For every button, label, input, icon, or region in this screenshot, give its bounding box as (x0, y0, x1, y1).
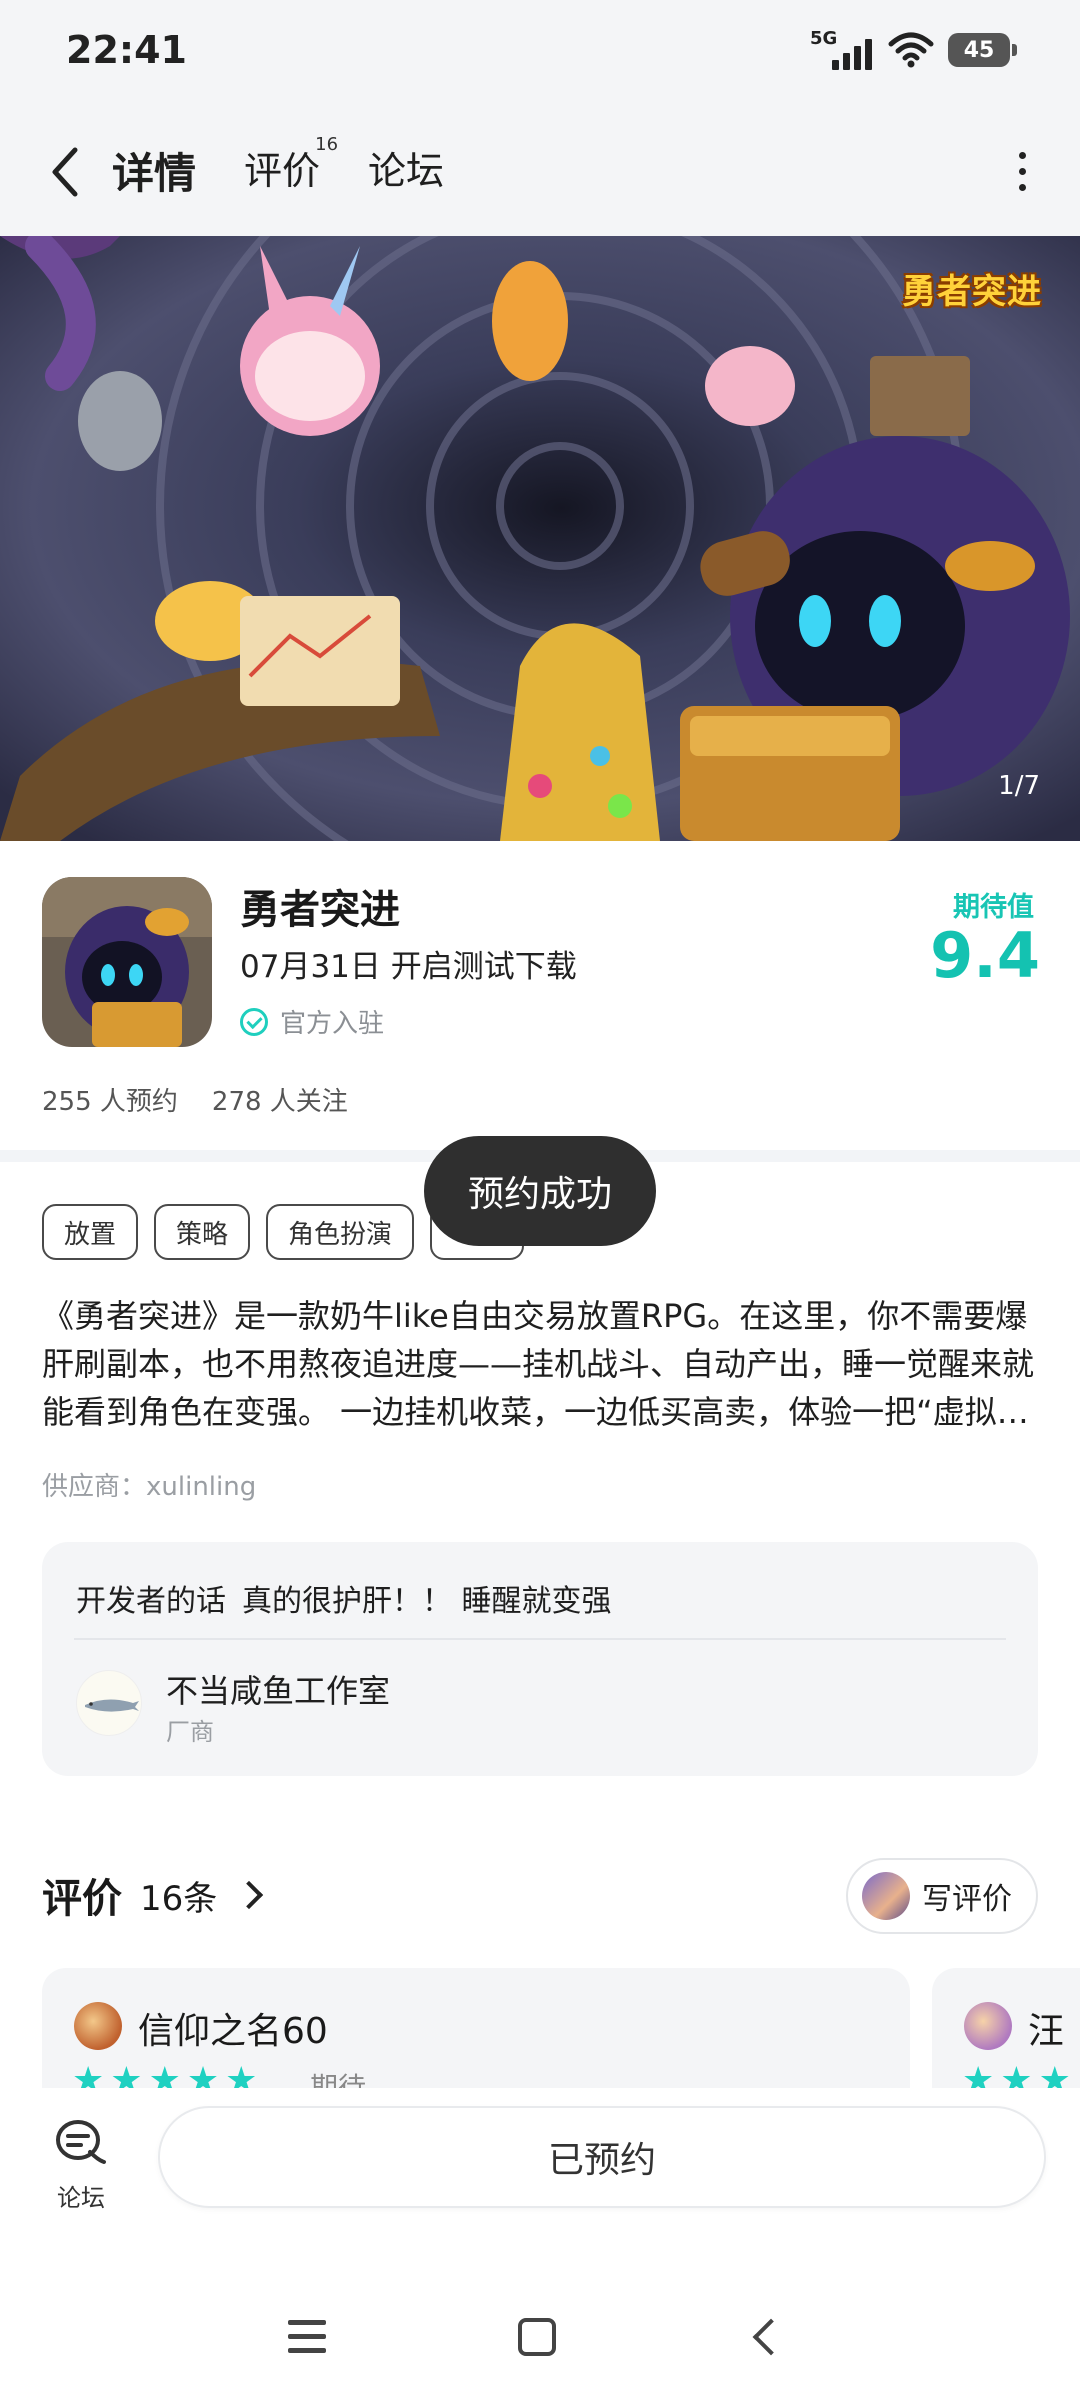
write-review-button[interactable]: 写评价 (846, 1858, 1038, 1934)
carousel-counter: 1/7 (998, 771, 1040, 801)
developer-words: 开发者的话 真的很护肝！！ 睡醒就变强 (76, 1576, 612, 1620)
screenshot-carousel[interactable]: 勇者突进 1/7 (0, 236, 1080, 841)
rating-stars: ★ ★ ★ (962, 2060, 1071, 2088)
wifi-icon (888, 32, 934, 68)
official-label: 官方入驻 (280, 1009, 385, 1039)
review-card[interactable]: 汪 ★ ★ ★ (932, 1968, 1080, 2088)
review-tag: 期待 (310, 2071, 367, 2088)
banner-artwork (0, 236, 1080, 841)
star-icon: ★ (1038, 2060, 1071, 2088)
status-icons: 5G 45 (810, 28, 1017, 70)
verified-check-icon (240, 1007, 268, 1036)
game-info: 勇者突进 07月31日 开启测试下载 官方入驻 期待值 9.4 255 人预约 … (0, 841, 1080, 1150)
recent-apps-icon[interactable] (288, 2320, 326, 2353)
tab-forum[interactable]: 论坛 (368, 140, 444, 211)
developer-words-text: 真的很护肝！！ 睡醒就变强 (242, 1584, 612, 1619)
app-icon (42, 877, 212, 1047)
supplier-info: 供应商：xulinling (42, 1472, 257, 1502)
tab-reviews-label: 评价 (244, 149, 321, 193)
reviewer-name: 汪 (1028, 2011, 1065, 2052)
release-date: 07月31日 开启测试下载 (240, 949, 577, 985)
rating-stars: ★ ★ ★ ★ ★ (72, 2060, 257, 2088)
home-icon[interactable] (518, 2318, 556, 2356)
star-icon: ★ (962, 2060, 995, 2088)
developer-name[interactable]: 不当咸鱼工作室 (166, 1666, 390, 1712)
expect-score: 9.4 (930, 919, 1040, 992)
developer-card-divider (74, 1638, 1006, 1640)
status-bar: 22:41 5G 45 (0, 0, 1080, 110)
developer-words-label: 开发者的话 (76, 1584, 226, 1619)
reviews-title: 评价 (42, 1876, 122, 1922)
reviews-header[interactable]: 评价 16条 (42, 1866, 264, 1924)
more-options-button[interactable] (1019, 152, 1026, 191)
system-back-icon[interactable] (752, 2318, 790, 2356)
user-avatar (862, 1872, 910, 1920)
star-icon: ★ (110, 2060, 143, 2088)
tab-reviews[interactable]: 评价 16 (244, 134, 338, 211)
tag-idle[interactable]: 放置 (42, 1204, 139, 1260)
cellular-signal-icon: 5G (810, 28, 874, 70)
reviews-count: 16条 (140, 1878, 218, 1919)
top-navigation: 详情 评价 16 论坛 (0, 110, 1080, 236)
developer-role: 厂商 (166, 1718, 214, 1746)
chevron-left-icon (52, 147, 78, 197)
follow-count: 278 人关注 (211, 1087, 348, 1117)
official-badge: 官方入驻 (240, 1003, 384, 1040)
chevron-right-icon (235, 1880, 264, 1910)
tab-bar: 详情 评价 16 论坛 (106, 134, 444, 211)
toast-message: 预约成功 (424, 1136, 656, 1246)
reviewer-name: 信仰之名60 (138, 2011, 328, 2052)
tab-details-label: 详情 (112, 149, 197, 198)
battery-level: 45 (963, 37, 995, 63)
game-stats: 255 人预约 278 人关注 (42, 1081, 348, 1118)
star-icon: ★ (72, 2060, 105, 2088)
forum-chat-icon (56, 2120, 106, 2164)
system-navigation-bar (0, 2238, 1080, 2401)
star-icon: ★ (148, 2060, 181, 2088)
reviewer-avatar (964, 2002, 1012, 2050)
reserved-button[interactable]: 已预约 (158, 2106, 1046, 2208)
star-icon: ★ (186, 2060, 220, 2088)
developer-card[interactable]: 开发者的话 真的很护肝！！ 睡醒就变强 不当咸鱼工作室 厂商 (42, 1542, 1038, 1776)
tab-details[interactable]: 详情 (106, 140, 203, 211)
status-time: 22:41 (66, 28, 187, 72)
back-button[interactable] (44, 144, 84, 200)
reservation-count: 255 人预约 (42, 1087, 178, 1117)
review-card[interactable]: 信仰之名60 ★ ★ ★ ★ ★ 期待 (42, 1968, 910, 2088)
bottom-action-bar: 论坛 已预约 (0, 2088, 1080, 2238)
star-icon: ★ (1000, 2060, 1033, 2088)
battery-icon: 45 (948, 33, 1017, 67)
tag-strategy[interactable]: 策略 (154, 1204, 251, 1260)
forum-label: 论坛 (57, 2184, 105, 2212)
game-description[interactable]: 《勇者突进》是一款奶牛like自由交易放置RPG。在这里，你不需要爆肝刷副本，也… (42, 1292, 1038, 1436)
developer-avatar[interactable] (76, 1670, 142, 1736)
tab-reviews-count: 16 (315, 134, 339, 155)
reviewer-avatar (74, 2002, 122, 2050)
forum-button[interactable]: 论坛 (44, 2118, 118, 2213)
star-icon: ★ (225, 2060, 258, 2088)
game-title: 勇者突进 (240, 887, 400, 933)
tag-rpg[interactable]: 角色扮演 (266, 1204, 415, 1260)
game-logo: 勇者突进 (902, 272, 1042, 312)
tab-forum-label: 论坛 (368, 149, 445, 193)
write-review-label: 写评价 (922, 1882, 1012, 1917)
